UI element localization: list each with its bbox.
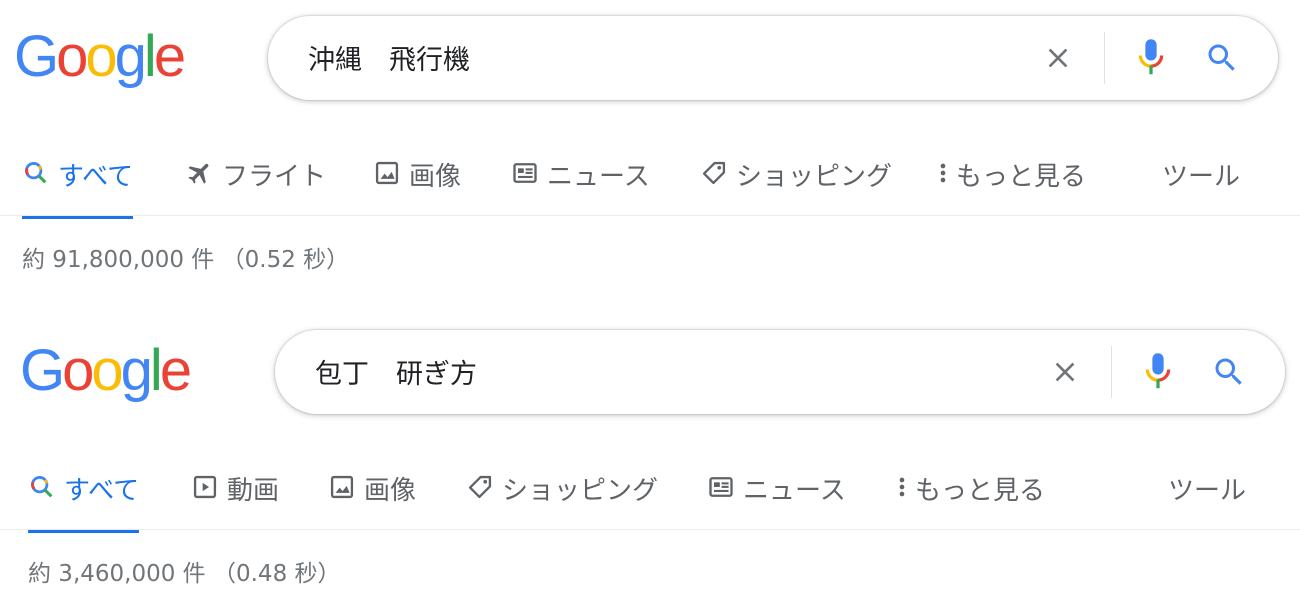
search-tabs: すべて 動画 画像 ショッピング ニュース もっと見る ツール <box>0 462 1300 533</box>
image-icon <box>328 473 356 501</box>
tab-label: すべて <box>58 162 134 192</box>
result-stats: 約 91,800,000 件 （0.52 秒） <box>22 247 350 273</box>
google-logo[interactable]: Google <box>20 342 192 400</box>
more-vert-icon <box>936 159 950 187</box>
more-vert-icon <box>895 473 909 501</box>
search-input[interactable]: 包丁 研ぎ方 <box>315 352 477 391</box>
search-icon <box>22 159 50 187</box>
tab-label: もっと見る <box>915 476 1046 506</box>
news-icon <box>511 159 539 187</box>
tab-label: ショッピング <box>502 476 659 506</box>
results-panel-1: Google 沖縄 飛行機 すべて フライト 画像 ニュース ショッピング もっ… <box>0 0 1300 299</box>
tab-all[interactable]: すべて <box>22 156 134 219</box>
tab-label: すべて <box>64 476 140 506</box>
tabs-divider <box>0 529 1300 530</box>
tab-all[interactable]: すべて <box>28 470 140 533</box>
news-icon <box>707 473 735 501</box>
video-icon <box>191 473 219 501</box>
search-divider <box>1111 346 1112 398</box>
tab-label: ニュース <box>743 476 846 506</box>
tab-shopping[interactable]: ショッピング <box>466 470 658 530</box>
airplane-icon <box>186 159 214 187</box>
tag-icon <box>466 473 494 501</box>
tab-label: ニュース <box>547 162 650 192</box>
tab-videos[interactable]: 動画 <box>191 470 279 530</box>
search-divider <box>1104 32 1105 84</box>
tab-tools[interactable]: ツール <box>1162 156 1240 216</box>
result-stats: 約 3,460,000 件 （0.48 秒） <box>28 561 341 587</box>
search-tabs: すべて フライト 画像 ニュース ショッピング もっと見る ツール <box>0 148 1300 219</box>
tag-icon <box>700 159 728 187</box>
close-icon[interactable] <box>1049 356 1081 388</box>
google-logo[interactable]: Google <box>14 28 186 86</box>
image-icon <box>373 159 401 187</box>
results-panel-2: Google 包丁 研ぎ方 すべて 動画 画像 ショッピング ニュース もっと見… <box>0 314 1300 613</box>
close-icon[interactable] <box>1042 42 1074 74</box>
tab-images[interactable]: 画像 <box>373 156 461 216</box>
tab-label: 画像 <box>409 162 462 192</box>
mic-icon[interactable] <box>1136 38 1166 78</box>
tab-label: ショッピング <box>736 162 893 192</box>
tab-label: フライト <box>222 162 327 192</box>
tab-label: 画像 <box>364 476 417 506</box>
mic-icon[interactable] <box>1143 352 1173 392</box>
tab-label: ツール <box>1168 476 1247 506</box>
tabs-divider <box>0 215 1300 216</box>
search-icon[interactable] <box>1204 40 1240 76</box>
tab-news[interactable]: ニュース <box>707 470 846 530</box>
tab-tools[interactable]: ツール <box>1168 470 1246 530</box>
search-box[interactable]: 包丁 研ぎ方 <box>275 330 1285 414</box>
search-input[interactable]: 沖縄 飛行機 <box>308 38 470 77</box>
search-icon[interactable] <box>1211 354 1247 390</box>
search-icon <box>28 473 56 501</box>
tab-news[interactable]: ニュース <box>511 156 650 216</box>
search-box[interactable]: 沖縄 飛行機 <box>268 16 1278 100</box>
tab-more[interactable]: もっと見る <box>936 156 1086 216</box>
tab-label: ツール <box>1162 162 1241 192</box>
tab-more[interactable]: もっと見る <box>895 470 1045 530</box>
tab-label: 動画 <box>227 476 280 506</box>
tab-flights[interactable]: フライト <box>186 156 326 216</box>
tab-label: もっと見る <box>956 162 1087 192</box>
tab-images[interactable]: 画像 <box>328 470 416 530</box>
tab-shopping[interactable]: ショッピング <box>700 156 892 216</box>
